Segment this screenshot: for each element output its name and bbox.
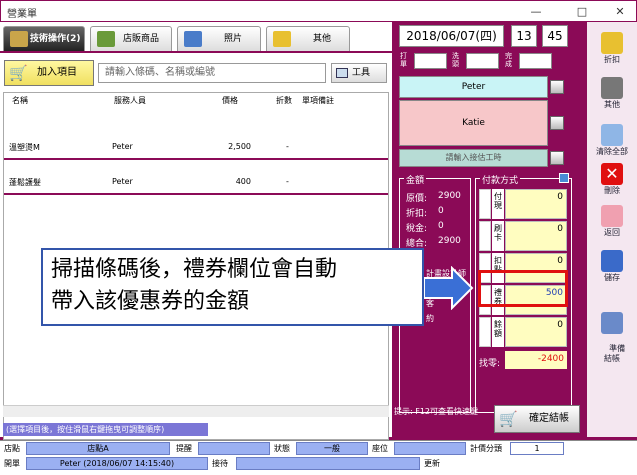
payment-title: 付款方式	[480, 173, 521, 186]
back-button[interactable]: 返回	[591, 205, 633, 238]
tab-retail[interactable]: 店販商品	[90, 26, 172, 52]
cart-icon: 🛒	[9, 64, 28, 82]
minute-field[interactable]: 45	[542, 25, 568, 47]
assistant-field[interactable]: Katie	[399, 100, 548, 146]
minimize-button[interactable]: —	[521, 3, 551, 21]
gear-icon	[601, 77, 623, 99]
work-hours-button[interactable]	[550, 151, 564, 165]
checkin-label: 打 單	[400, 52, 407, 68]
col-discount: 折數	[276, 96, 292, 105]
cart-icon: 🛒	[499, 410, 518, 428]
table-row[interactable]: 溫塑燙M Peter 2,500 -	[4, 133, 388, 160]
opener-field: Peter (2018/06/07 14:15:40)	[26, 457, 208, 470]
eraser-icon	[601, 124, 623, 146]
designer-field[interactable]: Peter	[399, 76, 548, 98]
pay-card[interactable]: 刷卡 0	[479, 221, 569, 251]
table-row[interactable]: 蓬鬆護髮 Peter 400 -	[4, 168, 388, 195]
designer-picker-button[interactable]	[550, 80, 564, 94]
done-label: 完 成	[505, 52, 512, 68]
photo-icon	[184, 31, 202, 47]
col-staff: 服務人員	[114, 96, 146, 105]
wash-field[interactable]	[466, 53, 499, 69]
search-input[interactable]: 請輸入條碼、名稱或編號	[98, 63, 326, 83]
col-note: 單項備註	[302, 96, 334, 105]
card-icon	[479, 221, 491, 251]
horizontal-scrollbar[interactable]	[3, 405, 389, 417]
amount-title: 金額	[404, 173, 427, 186]
undo-icon	[601, 205, 623, 227]
delete-button[interactable]: ✕ 刪除	[591, 163, 633, 196]
tab-other[interactable]: 其他	[266, 26, 350, 52]
annotation-arrow	[424, 266, 474, 310]
bottles-icon	[97, 31, 115, 47]
status-bar-bottom: 開單 Peter (2018/06/07 14:15:40) 接待 更新	[0, 456, 637, 475]
tools-button[interactable]: 工具	[331, 63, 387, 83]
tab-technical[interactable]: 技術操作(2)	[3, 26, 85, 52]
done-field[interactable]	[519, 53, 552, 69]
window-icon	[336, 68, 348, 78]
work-hours-input[interactable]: 請輸入接估工時	[399, 149, 548, 167]
checkout-button[interactable]: 🛒 確定結帳	[494, 405, 580, 433]
register-icon	[601, 312, 623, 334]
state-field[interactable]: 一般	[296, 442, 368, 455]
assistant-picker-button[interactable]	[550, 116, 564, 130]
close-icon: ✕	[601, 163, 623, 185]
voucher-highlight	[478, 270, 568, 307]
left-panel: 技術操作(2) 店販商品 照片 其他 🛒 加入項目 請輸入條碼、名稱或編號 工具…	[0, 22, 392, 440]
status-bar-top: 店點 店點A 提醒 狀態 一般 座位 計價分頭 1	[0, 440, 637, 456]
lock-icon	[479, 317, 491, 347]
expand-icon[interactable]	[559, 173, 569, 183]
maximize-button[interactable]: □	[567, 3, 597, 21]
timer-field[interactable]: 1	[510, 442, 564, 455]
pay-cash[interactable]: 付現 0	[479, 189, 569, 219]
clear-all-button[interactable]: 清除全部	[591, 124, 633, 157]
checkin-field[interactable]	[414, 53, 447, 69]
tab-photos[interactable]: 照片	[177, 26, 261, 52]
close-button[interactable]: ✕	[605, 3, 635, 21]
discount-button[interactable]: 折扣	[591, 32, 633, 65]
store-field[interactable]: 店點A	[26, 442, 170, 455]
change-label: 找零:	[479, 359, 501, 369]
cash-icon	[479, 189, 491, 219]
action-sidebar: 折扣 其他 清除全部 ✕ 刪除 返回 儲存 準備 結帳	[587, 22, 637, 437]
tab-divider	[0, 51, 392, 53]
reminder-field[interactable]	[198, 442, 270, 455]
add-item-button[interactable]: 🛒 加入項目	[4, 60, 94, 86]
hour-field[interactable]: 13	[511, 25, 537, 47]
save-button[interactable]: 儲存	[591, 250, 633, 283]
change-value: -2400	[505, 351, 567, 369]
prepare-checkout-button[interactable]: 準備 結帳	[591, 292, 633, 374]
discount-icon	[601, 32, 623, 54]
folder-icon	[273, 31, 291, 47]
floppy-icon	[601, 250, 623, 272]
other-button[interactable]: 其他	[591, 77, 633, 110]
seat-field[interactable]	[394, 442, 466, 455]
reception-field[interactable]	[236, 457, 420, 470]
col-name: 名稱	[12, 96, 28, 105]
col-price: 價格	[222, 96, 238, 105]
title-bar: 營業單 — □ ✕	[0, 0, 637, 22]
tools-icon	[10, 31, 28, 47]
right-panel: 2018/06/07(四) 13 45 打 單 洗 頭 完 成 Peter Ka…	[392, 22, 587, 437]
reorder-hint: (選擇項目後，按住滑鼠右鍵拖曳可調整順序)	[3, 423, 208, 436]
shortcut-tip: 提示: F12可查看快速鍵	[394, 407, 479, 416]
pay-balance[interactable]: 餘額 0	[479, 317, 569, 347]
wash-label: 洗 頭	[452, 52, 459, 68]
window-title: 營業單	[7, 9, 37, 20]
date-field[interactable]: 2018/06/07(四)	[399, 25, 504, 47]
annotation-callout: 掃描條碼後，禮券欄位會自動 帶入該優惠券的金額	[41, 248, 424, 326]
